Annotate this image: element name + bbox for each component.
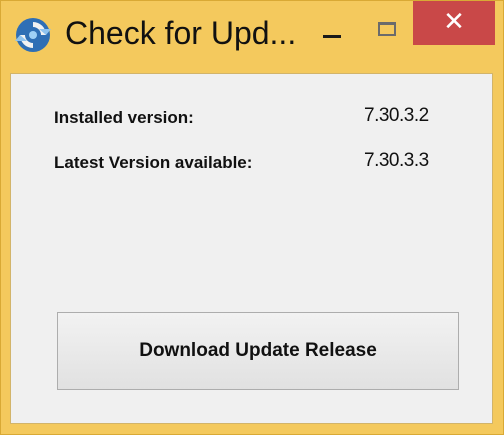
installed-version-value: 7.30.3.2 [364, 105, 429, 126]
window-title: Check for Upd... [65, 15, 297, 51]
close-button[interactable]: ✕ [413, 1, 495, 45]
dialog-content: Installed version: 7.30.3.2 Latest Versi… [10, 73, 493, 424]
download-update-button[interactable]: Download Update Release [57, 312, 459, 390]
latest-version-label: Latest Version available: [54, 153, 253, 172]
close-icon: ✕ [443, 7, 465, 37]
update-window: Check for Upd... ✕ Installed version: 7.… [0, 0, 504, 435]
maximize-button[interactable] [365, 9, 411, 53]
installed-version-label: Installed version: [54, 108, 194, 127]
latest-version-value: 7.30.3.3 [364, 150, 429, 171]
refresh-icon [13, 15, 53, 55]
minimize-button[interactable] [307, 9, 357, 53]
title-bar[interactable]: Check for Upd... ✕ [1, 1, 503, 73]
